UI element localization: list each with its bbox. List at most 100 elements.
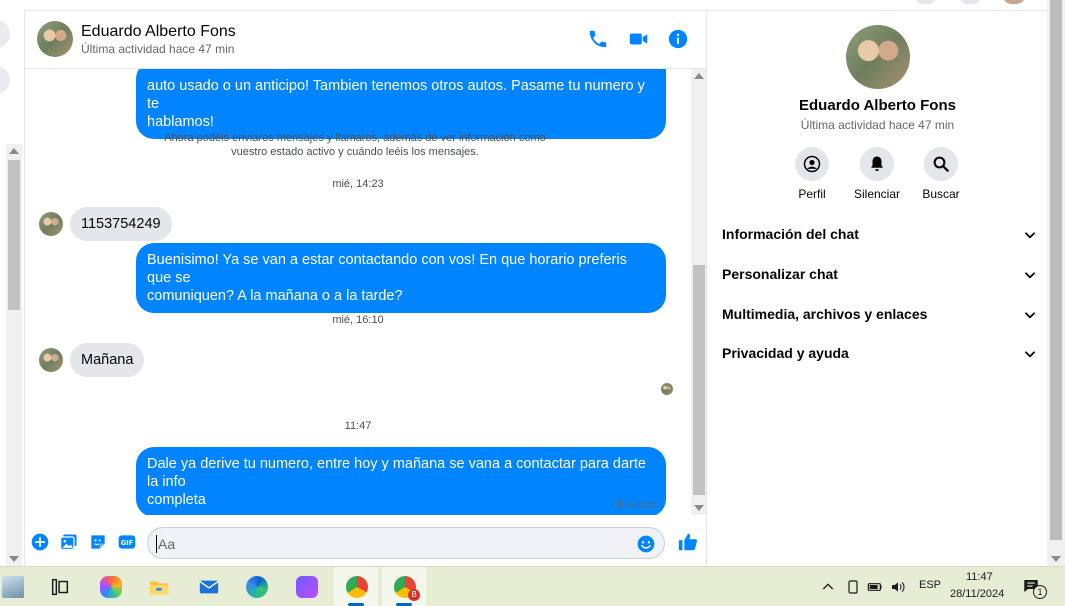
time-separator: mié, 16:10	[332, 314, 384, 326]
scroll-down-arrow-icon[interactable]	[1051, 556, 1061, 562]
conversation-info-panel: Eduardo Alberto Fons Última actividad ha…	[706, 10, 1047, 566]
start-icon	[2, 576, 24, 598]
plus-circle-icon	[31, 533, 49, 551]
gif-button[interactable]: GIF	[117, 532, 137, 552]
folder-icon	[149, 581, 169, 595]
video-call-button[interactable]	[628, 28, 650, 50]
chevron-down-icon	[1025, 351, 1035, 358]
chrome-icon	[346, 576, 368, 598]
section-label: Personalizar chat	[722, 266, 838, 282]
input-language[interactable]: ESP	[919, 579, 941, 591]
background-nav-bubble[interactable]	[0, 20, 10, 48]
incoming-message[interactable]: 1153754249	[70, 207, 172, 241]
like-button[interactable]	[677, 531, 699, 553]
taskbar-chrome-active[interactable]: B	[382, 567, 426, 606]
section-chat-info[interactable]: Información del chat	[722, 223, 1037, 247]
sender-avatar	[39, 348, 63, 372]
chrome-profile-badge: B	[408, 589, 420, 601]
info-icon	[668, 29, 688, 49]
contact-name[interactable]: Eduardo Alberto Fons	[81, 23, 236, 41]
outgoing-message[interactable]: auto usado o un anticipo! Tambien tenemo…	[136, 69, 666, 139]
section-privacy-help[interactable]: Privacidad y ayuda	[722, 342, 1037, 366]
taskbar-copilot[interactable]	[88, 567, 132, 606]
message-list[interactable]: auto usado o un anticipo! Tambien tenemo…	[25, 69, 691, 515]
search-icon	[933, 156, 949, 172]
profile-icon	[803, 155, 821, 173]
taskbar-mail[interactable]	[186, 567, 230, 606]
scrollbar-thumb[interactable]	[693, 265, 705, 495]
windows-taskbar: B ESP 11:47 28/11/2024 1	[0, 566, 1065, 606]
sticker-icon	[91, 535, 105, 549]
system-note-text: Ahora podéis enviaros mensajes y llamaro…	[164, 132, 546, 144]
message-text: Dale ya derive tu numero, entre hoy y ma…	[147, 456, 646, 490]
screen: Eduardo Alberto Fons Última actividad ha…	[0, 0, 1065, 606]
scrollbar-thumb[interactable]	[1050, 0, 1062, 540]
incoming-message[interactable]: Mañana	[70, 343, 145, 377]
top-nav-edge	[900, 0, 1040, 6]
clock-time[interactable]: 11:47	[966, 571, 993, 583]
taskbar-file-explorer[interactable]	[136, 567, 180, 606]
mute-action-button[interactable]: Silenciar	[845, 147, 909, 201]
outgoing-message[interactable]: Dale ya derive tu numero, entre hoy y ma…	[136, 447, 666, 515]
image-icon	[60, 534, 77, 551]
contact-avatar[interactable]	[37, 21, 73, 57]
message-text: Buenisimo! Ya se van a estar contactando…	[147, 252, 627, 286]
chevron-up-icon[interactable]	[820, 579, 836, 595]
delivery-status: Enviado	[617, 499, 657, 511]
clock-date[interactable]: 28/11/2024	[950, 588, 1004, 600]
taskbar-task-view[interactable]	[37, 567, 81, 606]
gif-icon: GIF	[118, 535, 136, 549]
text-caret	[156, 535, 157, 553]
contact-profile-picture[interactable]	[846, 25, 910, 89]
message-input-placeholder: Aa	[158, 536, 176, 552]
scroll-down-arrow-icon[interactable]	[9, 556, 19, 562]
section-media-files-links[interactable]: Multimedia, archivos y enlaces	[722, 303, 1037, 327]
contact-status: Última actividad hace 47 min	[81, 42, 235, 56]
scroll-up-arrow-icon[interactable]	[9, 148, 19, 154]
chat-panel: Eduardo Alberto Fons Última actividad ha…	[24, 10, 707, 567]
taskbar-chrome-profile[interactable]	[334, 567, 378, 606]
device-icon[interactable]	[845, 579, 861, 595]
message-text: comuniquen? A la mañana o a la tarde?	[147, 288, 403, 304]
video-camera-icon	[629, 33, 648, 45]
scrollbar-thumb[interactable]	[8, 160, 20, 310]
outgoing-message[interactable]: Buenisimo! Ya se van a estar contactando…	[136, 243, 666, 313]
scroll-down-arrow-icon[interactable]	[694, 505, 704, 511]
battery-icon[interactable]	[867, 579, 883, 595]
start-button[interactable]	[0, 567, 34, 606]
message-scrollbar[interactable]	[691, 69, 707, 515]
scroll-up-arrow-icon[interactable]	[694, 73, 704, 79]
sticker-button[interactable]	[88, 532, 108, 552]
conversation-info-button[interactable]	[667, 28, 689, 50]
background-nav-bubble[interactable]	[0, 66, 10, 94]
composer: GIF Aa	[25, 519, 707, 567]
more-actions-button[interactable]	[30, 532, 50, 552]
profile-action-button[interactable]: Perfil	[780, 147, 844, 201]
page-scrollbar-right[interactable]	[1047, 0, 1065, 566]
page-scrollbar-left[interactable]	[6, 144, 22, 566]
copilot-icon	[100, 576, 122, 598]
task-view-icon	[51, 578, 69, 596]
bell-icon	[871, 156, 883, 172]
notifications-button[interactable]: 1	[1022, 577, 1047, 599]
search-action-button[interactable]: Buscar	[909, 147, 973, 201]
message-input[interactable]: Aa	[147, 527, 665, 559]
section-customize-chat[interactable]: Personalizar chat	[722, 263, 1037, 287]
top-nav-button[interactable]	[914, 0, 938, 4]
volume-icon[interactable]	[890, 579, 906, 595]
search-icon-circle	[924, 147, 958, 181]
attach-image-button[interactable]	[59, 532, 79, 552]
taskbar-app-purple[interactable]	[284, 567, 328, 606]
profile-icon-circle	[795, 147, 829, 181]
call-button[interactable]	[587, 28, 609, 50]
taskbar-edge[interactable]	[234, 567, 278, 606]
section-label: Multimedia, archivos y enlaces	[722, 306, 928, 322]
search-action-label: Buscar	[922, 187, 960, 201]
phone-icon	[589, 30, 607, 48]
top-nav-button[interactable]	[958, 0, 982, 4]
emoji-button[interactable]	[636, 534, 656, 554]
app-hexagon-icon	[296, 576, 318, 598]
account-avatar[interactable]	[1002, 0, 1026, 4]
chevron-down-icon	[1025, 312, 1035, 319]
sender-avatar	[39, 212, 63, 236]
